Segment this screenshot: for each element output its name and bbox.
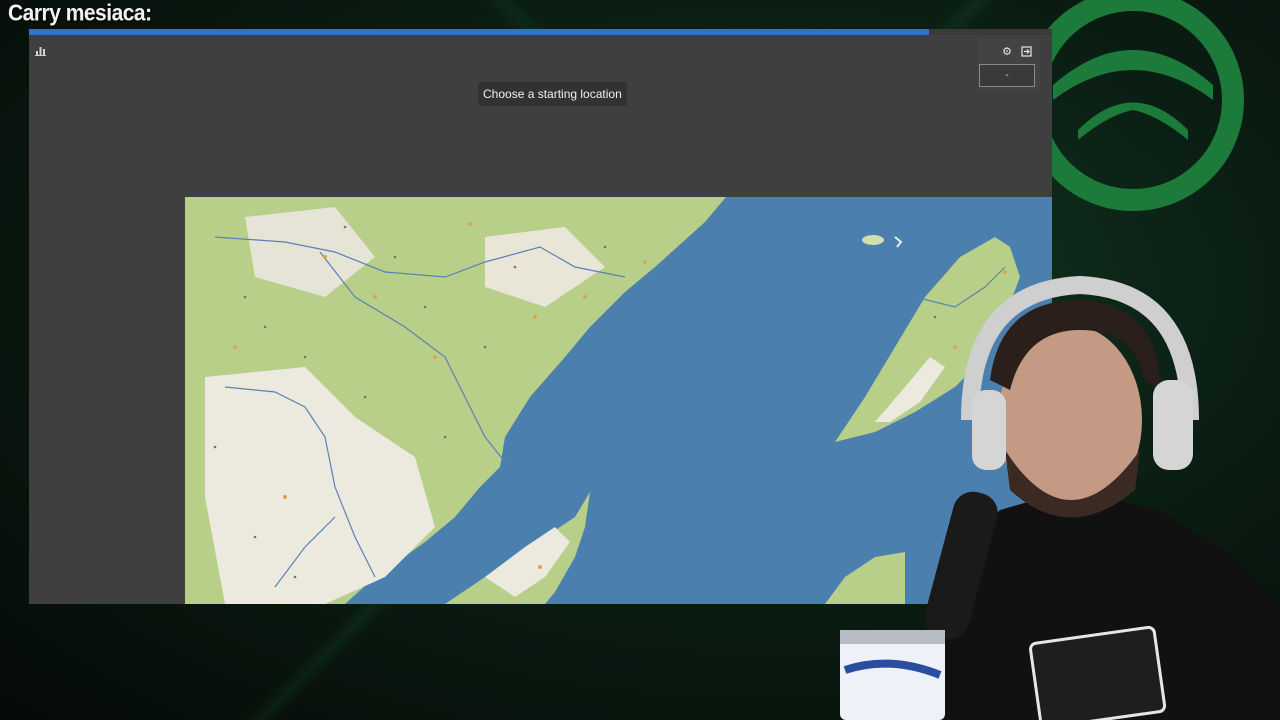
settings-button[interactable]: ⚙	[1000, 44, 1014, 58]
stream-overlay-title: Carry mesiaca:	[8, 0, 152, 27]
gear-icon: ⚙	[1002, 45, 1012, 58]
value-display: -	[979, 64, 1035, 87]
exit-icon	[1020, 45, 1032, 57]
game-window: ⚙ - Choose a starting location	[29, 29, 1052, 604]
southeast-land	[825, 552, 905, 604]
top-right-panel: ⚙ -	[978, 39, 1040, 91]
chart-icon	[34, 46, 46, 56]
map-terrain	[185, 197, 1020, 604]
eastern-island	[835, 237, 1020, 442]
exit-button[interactable]	[1019, 44, 1033, 58]
map-view[interactable]	[185, 197, 1052, 604]
progress-bar	[29, 29, 1052, 35]
progress-fill	[29, 29, 930, 35]
starting-location-prompt: Choose a starting location	[478, 82, 627, 106]
stats-button[interactable]	[33, 43, 47, 57]
small-islet	[862, 235, 884, 245]
